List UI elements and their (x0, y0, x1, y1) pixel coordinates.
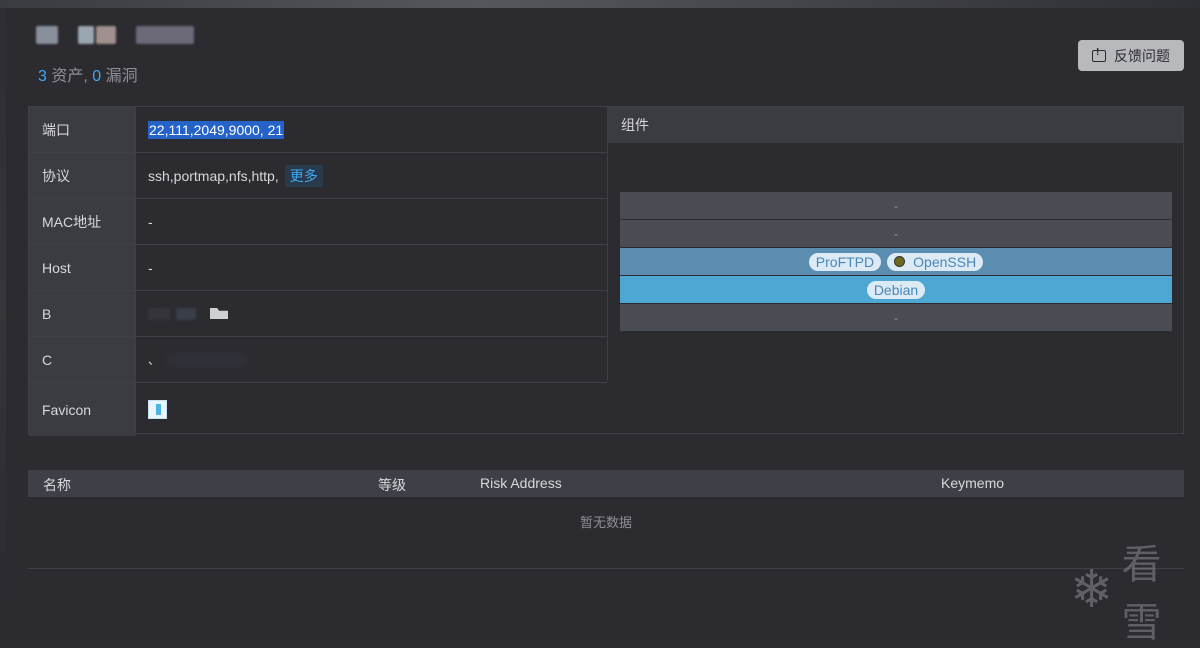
component-tag-proftpd[interactable]: ProFTPD (808, 252, 882, 271)
empty-state-text: 暂无数据 (579, 515, 632, 530)
col-name[interactable]: 名称 (43, 475, 71, 495)
info-row-b: B (29, 291, 607, 337)
component-empty: - (894, 310, 898, 325)
component-row: - (620, 220, 1172, 247)
asset-info-table: 端口 22,111,2049,9000, 21 协议 ssh,portmap,n… (28, 106, 1185, 436)
components-title: 组件 (608, 107, 1183, 143)
components-panel: 组件 - - ProFTPD OpenSSH Debian - (607, 107, 1183, 381)
redacted-block (176, 307, 196, 320)
info-row-mac: MAC地址 - (29, 199, 607, 245)
more-protocols-link[interactable]: 更多 (284, 164, 323, 187)
vuln-count[interactable]: 0 (92, 68, 101, 85)
info-row-host: Host - (29, 245, 607, 291)
divider (28, 568, 1184, 569)
info-label: MAC地址 (29, 199, 136, 244)
vuln-table-header: 名称 等级 Risk Address Keymemo (28, 470, 1184, 497)
info-row-c: C 、 (29, 337, 607, 383)
left-band (0, 8, 6, 595)
components-list: - - ProFTPD OpenSSH Debian - (620, 192, 1172, 332)
col-risk-address[interactable]: Risk Address (480, 475, 562, 491)
favicon-image[interactable] (148, 400, 167, 419)
info-row-protocol: 协议 ssh,portmap,nfs,http, 更多 (29, 153, 607, 199)
asset-label: 资产, (51, 68, 88, 85)
redacted-block (148, 307, 170, 320)
info-label: C (29, 337, 136, 382)
info-label: Favicon (29, 383, 136, 436)
info-value: - (148, 213, 153, 230)
info-label: 端口 (29, 107, 136, 152)
port-list[interactable]: 22,111,2049,9000, 21 (148, 120, 285, 139)
asset-summary: 3 资产, 0 漏洞 (38, 62, 138, 86)
info-value (136, 383, 1185, 436)
snowflake-icon: ❄ (1070, 561, 1114, 619)
redacted-block (166, 353, 247, 366)
tag-label: OpenSSH (913, 253, 977, 270)
component-row: ProFTPD OpenSSH (620, 248, 1172, 275)
vuln-label: 漏洞 (105, 68, 138, 85)
tag-label: ProFTPD (815, 253, 875, 270)
component-tag-openssh[interactable]: OpenSSH (887, 252, 984, 271)
info-row-port: 端口 22,111,2049,9000, 21 (29, 107, 607, 153)
info-value: 22,111,2049,9000, 21 (136, 107, 607, 152)
tag-label: Debian (873, 281, 919, 298)
info-label: B (29, 291, 136, 336)
feedback-button[interactable]: 反馈问题 (1078, 40, 1184, 71)
watermark-text: 看雪 (1121, 543, 1162, 645)
info-value: - (148, 259, 153, 276)
top-band (0, 0, 1200, 8)
component-empty: - (894, 226, 898, 241)
info-label: 协议 (29, 153, 136, 198)
component-row: - (620, 304, 1172, 331)
info-value-redacted (136, 291, 607, 336)
feedback-icon (1092, 47, 1106, 62)
info-label: Host (29, 245, 136, 290)
col-level[interactable]: 等级 (378, 475, 406, 495)
component-empty: - (894, 198, 898, 213)
component-row: - (620, 192, 1172, 219)
openssh-icon (894, 256, 906, 267)
col-keymemo[interactable]: Keymemo (941, 475, 1004, 491)
info-value: 、 (136, 337, 607, 382)
folder-icon (210, 308, 228, 319)
feedback-label: 反馈问题 (1114, 47, 1170, 64)
protocol-list: ssh,portmap,nfs,http, (148, 167, 279, 184)
vulnerability-table: 名称 等级 Risk Address Keymemo 暂无数据 (28, 470, 1184, 570)
c-value: 、 (148, 353, 161, 367)
info-value: ssh,portmap,nfs,http, 更多 (136, 153, 607, 198)
component-row: Debian (620, 276, 1172, 303)
asset-count[interactable]: 3 (38, 68, 47, 85)
watermark: ❄ 看雪 (1070, 532, 1200, 648)
info-row-favicon: Favicon (29, 383, 1185, 436)
component-tag-debian[interactable]: Debian (866, 280, 926, 299)
